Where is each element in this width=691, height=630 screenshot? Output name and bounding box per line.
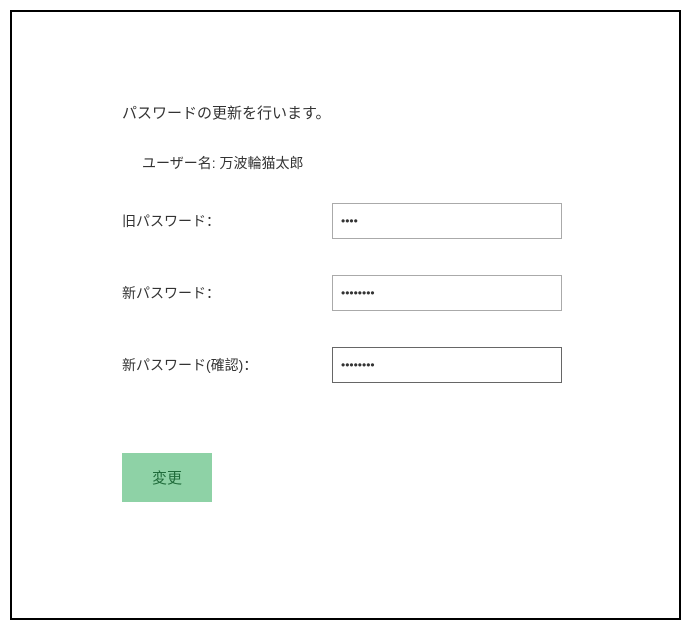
- username-label: ユーザー名:: [142, 155, 216, 171]
- password-update-form: パスワードの更新を行います。 ユーザー名: 万波輪猫太郎 旧パスワード： 新パス…: [10, 10, 681, 620]
- username-row: ユーザー名: 万波輪猫太郎: [122, 153, 679, 173]
- form-heading: パスワードの更新を行います。: [122, 102, 679, 123]
- button-row: 変更: [122, 453, 679, 502]
- confirm-password-row: 新パスワード(確認)：: [122, 347, 679, 383]
- confirm-password-input[interactable]: [332, 347, 562, 383]
- submit-button[interactable]: 変更: [122, 453, 212, 502]
- username-value: 万波輪猫太郎: [220, 155, 304, 171]
- old-password-input[interactable]: [332, 203, 562, 239]
- new-password-label: 新パスワード：: [122, 283, 332, 303]
- new-password-input[interactable]: [332, 275, 562, 311]
- old-password-row: 旧パスワード：: [122, 203, 679, 239]
- confirm-password-label: 新パスワード(確認)：: [122, 355, 332, 375]
- new-password-row: 新パスワード：: [122, 275, 679, 311]
- old-password-label: 旧パスワード：: [122, 211, 332, 231]
